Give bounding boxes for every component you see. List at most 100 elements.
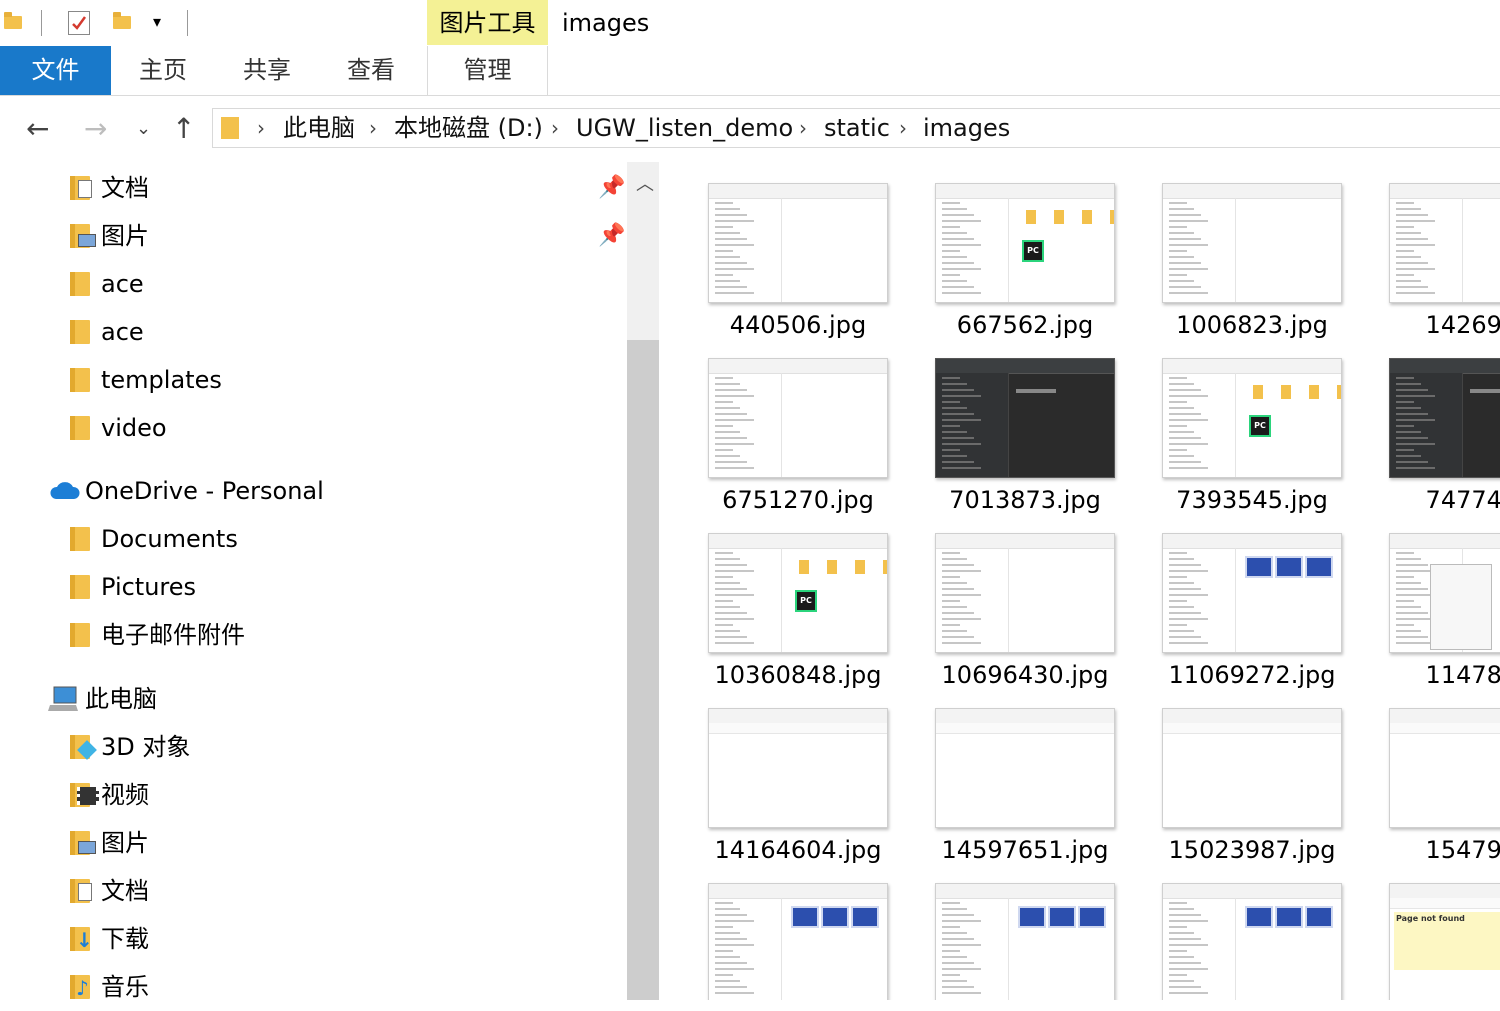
file-name: 667562.jpg bbox=[956, 311, 1094, 339]
nav-item-label: 文档 bbox=[101, 877, 149, 905]
nav-item-label: 3D 对象 bbox=[101, 733, 191, 761]
recent-locations-chevron-icon[interactable]: ⌄ bbox=[136, 96, 151, 162]
breadcrumb-static[interactable]: static bbox=[824, 109, 890, 147]
thumbnail bbox=[1389, 533, 1500, 653]
thumbnail bbox=[708, 708, 888, 828]
folder-icon bbox=[4, 12, 22, 29]
file-item[interactable]: 6751270.jpg bbox=[685, 358, 911, 528]
tab-view[interactable]: 查看 bbox=[320, 46, 422, 95]
file-item[interactable]: 1426987 bbox=[1366, 183, 1500, 353]
file-name: 10696430.jpg bbox=[941, 661, 1109, 689]
window-title: images bbox=[562, 9, 650, 37]
nav-item-onedrive-pictures[interactable]: Pictures bbox=[0, 563, 626, 611]
tab-file[interactable]: 文件 bbox=[0, 46, 111, 95]
back-arrow-icon[interactable]: ← bbox=[26, 96, 49, 162]
file-name: 15023987.jpg bbox=[1168, 836, 1336, 864]
nav-item-documents[interactable]: 文档 bbox=[0, 867, 626, 915]
nav-item-downloads[interactable]: ↓ 下载 bbox=[0, 915, 626, 963]
title-bar: ▾ 图片工具 images bbox=[0, 0, 1500, 46]
file-item[interactable]: PC 7393545.jpg bbox=[1139, 358, 1365, 528]
file-name: 7013873.jpg bbox=[949, 486, 1101, 514]
file-item[interactable]: 440506.jpg bbox=[685, 183, 911, 353]
file-item[interactable] bbox=[1139, 883, 1365, 1000]
file-item[interactable]: 14164604.jpg bbox=[685, 708, 911, 878]
breadcrumb-project[interactable]: UGW_listen_demo bbox=[576, 109, 793, 147]
folder-icon bbox=[70, 368, 90, 392]
file-item[interactable] bbox=[685, 883, 911, 1000]
file-item[interactable]: 1006823.jpg bbox=[1139, 183, 1365, 353]
file-item[interactable] bbox=[912, 883, 1138, 1000]
nav-item-label: 电子邮件附件 bbox=[101, 621, 245, 649]
up-arrow-icon[interactable]: ↑ bbox=[172, 96, 195, 162]
folder-icon bbox=[70, 575, 90, 599]
file-item[interactable]: 1547915 bbox=[1366, 708, 1500, 878]
picture-overlay-icon bbox=[78, 234, 96, 247]
breadcrumb-this-pc[interactable]: 此电脑 bbox=[283, 109, 355, 147]
nav-item-templates[interactable]: templates bbox=[0, 356, 626, 404]
folder-icon bbox=[221, 117, 239, 139]
nav-item-label: 音乐 bbox=[101, 973, 149, 1001]
nav-item-documents[interactable]: 文档 📌 bbox=[0, 164, 626, 212]
file-item[interactable]: 15023987.jpg bbox=[1139, 708, 1365, 878]
thumbnail bbox=[935, 533, 1115, 653]
tab-share[interactable]: 共享 bbox=[216, 46, 318, 95]
documents-folder-icon bbox=[78, 883, 92, 901]
thumbnail-caption: Page not found bbox=[1394, 912, 1500, 970]
nav-item-onedrive[interactable]: OneDrive - Personal bbox=[0, 467, 626, 515]
file-item[interactable]: 7013873.jpg bbox=[912, 358, 1138, 528]
navigation-bar: ← → ⌄ ↑ › 此电脑 › 本地磁盘 (D:) › UGW_listen_d… bbox=[0, 96, 1500, 162]
folder-icon bbox=[70, 623, 90, 647]
scrollbar-thumb[interactable] bbox=[627, 340, 659, 1000]
nav-item-ace[interactable]: ace bbox=[0, 308, 626, 356]
tab-manage[interactable]: 管理 bbox=[428, 46, 547, 95]
thumbnail bbox=[1162, 708, 1342, 828]
breadcrumb-chevron-icon[interactable]: › bbox=[551, 109, 559, 147]
nav-item-label: ace bbox=[101, 270, 144, 298]
file-item[interactable]: 11069272.jpg bbox=[1139, 533, 1365, 703]
pin-icon[interactable]: 📌 bbox=[598, 164, 625, 212]
nav-item-videos[interactable]: 视频 bbox=[0, 771, 626, 819]
nav-item-this-pc[interactable]: 此电脑 bbox=[0, 675, 626, 723]
address-bar[interactable]: › 此电脑 › 本地磁盘 (D:) › UGW_listen_demo › st… bbox=[212, 108, 1500, 148]
tab-home[interactable]: 主页 bbox=[112, 46, 214, 95]
computer-icon bbox=[48, 686, 78, 711]
nav-item-music[interactable]: ♪ 音乐 bbox=[0, 963, 626, 1011]
navigation-pane-scrollbar[interactable]: ︿ bbox=[627, 162, 659, 1000]
breadcrumb-chevron-icon[interactable]: › bbox=[369, 109, 377, 147]
nav-item-video[interactable]: video bbox=[0, 404, 626, 452]
thumbnail bbox=[1162, 533, 1342, 653]
file-item[interactable]: 7477497 bbox=[1366, 358, 1500, 528]
file-item[interactable]: 10696430.jpg bbox=[912, 533, 1138, 703]
breadcrumb-images[interactable]: images bbox=[923, 109, 1010, 147]
file-item[interactable]: PC 10360848.jpg bbox=[685, 533, 911, 703]
nav-item-3d-objects[interactable]: 3D 对象 bbox=[0, 723, 626, 771]
nav-item-ace[interactable]: ace bbox=[0, 260, 626, 308]
file-item[interactable]: 1147824 bbox=[1366, 533, 1500, 703]
breadcrumb-chevron-icon[interactable]: › bbox=[257, 109, 265, 147]
scroll-up-chevron-icon[interactable]: ︿ bbox=[636, 170, 654, 196]
customize-quick-access-icon[interactable]: ▾ bbox=[153, 12, 161, 31]
breadcrumb-chevron-icon[interactable]: › bbox=[899, 109, 907, 147]
properties-icon[interactable] bbox=[68, 11, 90, 35]
thumbnail: Page not found bbox=[1389, 883, 1500, 1000]
breadcrumb-chevron-icon[interactable]: › bbox=[799, 109, 807, 147]
nav-item-onedrive-documents[interactable]: Documents bbox=[0, 515, 626, 563]
picture-tools-label: 图片工具 bbox=[439, 9, 536, 37]
music-folder-icon: ♪ bbox=[76, 976, 89, 1000]
forward-arrow-icon[interactable]: → bbox=[84, 96, 107, 162]
nav-item-email-attachments[interactable]: 电子邮件附件 bbox=[0, 611, 626, 659]
thumbnail bbox=[1389, 183, 1500, 303]
file-item[interactable]: PC 667562.jpg bbox=[912, 183, 1138, 353]
nav-item-label: templates bbox=[101, 366, 222, 394]
file-name: 11069272.jpg bbox=[1168, 661, 1336, 689]
thumbnail bbox=[708, 183, 888, 303]
nav-item-pictures[interactable]: 图片 bbox=[0, 819, 626, 867]
ribbon-tabs: 文件 主页 共享 查看 管理 bbox=[0, 46, 1500, 96]
thumbnail bbox=[708, 358, 888, 478]
file-item[interactable]: Page not found bbox=[1366, 883, 1500, 1000]
file-item[interactable]: 14597651.jpg bbox=[912, 708, 1138, 878]
pin-icon[interactable]: 📌 bbox=[598, 212, 625, 260]
breadcrumb-local-disk[interactable]: 本地磁盘 (D:) bbox=[394, 109, 543, 147]
new-folder-icon[interactable] bbox=[113, 12, 131, 29]
nav-item-pictures[interactable]: 图片 📌 bbox=[0, 212, 626, 260]
